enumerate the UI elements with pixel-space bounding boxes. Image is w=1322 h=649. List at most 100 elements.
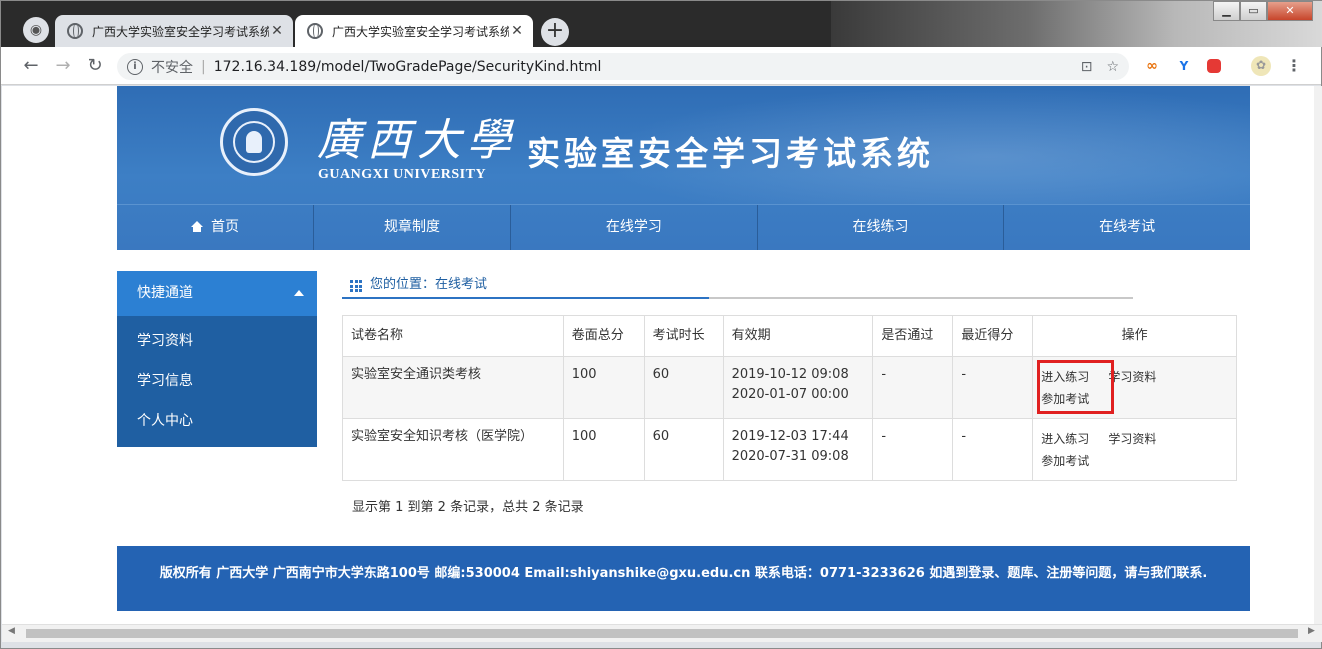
valid-to: 2020-07-31 09:08 [731,449,849,464]
browser-toolbar: ← → ↻ i 不安全 | 172.16.34.189/model/TwoGra… [1,47,1321,85]
exam-validity: 2019-10-12 09:08 2020-01-07 00:00 [722,356,874,419]
sidebar-header-label: 快捷通道 [137,285,193,301]
nav-label: 在线练习 [852,219,909,235]
exam-score: 100 [562,418,645,481]
minimize-button[interactable]: ▁ [1213,1,1240,21]
scroll-right-icon[interactable]: ▶ [1308,626,1315,636]
sidebar-list: 学习资料 学习信息 个人中心 [117,316,317,447]
tab-strip: ◉ 广西大学实验室安全学习考试系统 ✕ 广西大学实验室安全学习考试系统 ✕ + … [1,1,1322,47]
nav-label: 在线考试 [1099,219,1156,235]
column-header: 试卷名称 [342,315,564,357]
breadcrumb: 您的位置：在线考试 [342,271,1133,299]
records-summary: 显示第 1 到第 2 条记录，总共 2 条记录 [352,500,584,515]
profile-avatar[interactable]: ✿ [1251,56,1271,76]
exam-passed: - [872,356,954,419]
globe-icon [307,23,323,39]
tab-title: 广西大学实验室安全学习考试系统 [332,24,509,39]
browser-window: ◉ 广西大学实验室安全学习考试系统 ✕ 广西大学实验室安全学习考试系统 ✕ + … [0,0,1322,649]
site-banner: 廣西大學 GUANGXI UNIVERSITY 实验室安全学习考试系统 首页 规… [117,86,1250,250]
translate-icon[interactable]: ⊡ [1081,59,1093,75]
site-footer: 版权所有 广西大学 广西南宁市大学东路100号 邮编:530004 Email:… [117,546,1250,611]
university-seal-logo [220,108,288,176]
y-extension-icon[interactable]: Y [1175,57,1193,75]
table-row: 实验室安全知识考核（医学院） 100 60 2019-12-03 17:44 2… [342,418,1237,481]
forward-button[interactable]: → [51,54,75,78]
column-header: 考试时长 [643,315,724,357]
table-header-row: 试卷名称 卷面总分 考试时长 有效期 是否通过 最近得分 操作 [342,315,1237,357]
exam-name: 实验室安全知识考核（医学院） [342,418,564,481]
sidebar: 快捷通道 学习资料 学习信息 个人中心 [117,271,317,447]
column-header: 操作 [1032,315,1237,357]
exam-recent-score: - [952,418,1034,481]
column-header: 是否通过 [872,315,954,357]
exam-duration: 60 [643,418,724,481]
main-nav: 首页 规章制度 在线学习 在线练习 在线考试 [117,204,1250,250]
nav-item-online-exam[interactable]: 在线考试 [1004,205,1250,250]
home-icon [191,221,203,232]
exam-name: 实验室安全通识类考核 [342,356,564,419]
window-controls: ▁ ▭ ✕ [1213,1,1313,21]
page-viewport: 廣西大學 GUANGXI UNIVERSITY 实验室安全学习考试系统 首页 规… [2,86,1314,624]
url-text[interactable]: 172.16.34.189/model/TwoGradePage/Securit… [214,59,602,75]
address-bar[interactable]: i 不安全 | 172.16.34.189/model/TwoGradePage… [117,53,1129,80]
main-content: 您的位置：在线考试 试卷名称 卷面总分 考试时长 有效期 是否通过 最近得分 操… [342,271,1250,515]
exam-validity: 2019-12-03 17:44 2020-07-31 09:08 [722,418,874,481]
nav-item-online-learning[interactable]: 在线学习 [511,205,758,250]
footer-text: 版权所有 广西大学 广西南宁市大学东路100号 邮编:530004 Email:… [159,566,1208,581]
menu-icon[interactable]: ⋮ [1285,57,1303,75]
globe-icon [67,23,83,39]
close-tab-icon[interactable]: ✕ [509,23,525,39]
exam-actions: 进入练习 学习资料 参加考试 [1032,418,1237,481]
tab-search-icon[interactable]: ◉ [23,17,49,43]
grid-icon [350,280,362,292]
study-materials-link[interactable]: 学习资料 [1108,370,1156,384]
study-materials-link[interactable]: 学习资料 [1108,432,1156,446]
vertical-scrollbar[interactable] [1314,86,1322,624]
red-extension-icon[interactable] [1207,59,1221,73]
breadcrumb-text: 您的位置：在线考试 [370,277,488,292]
enter-practice-link[interactable]: 进入练习 [1041,432,1089,446]
reload-button[interactable]: ↻ [83,54,107,78]
divider: | [201,58,206,75]
security-label: 不安全 [151,59,193,76]
nav-label: 首页 [211,219,239,235]
maximize-button[interactable]: ▭ [1240,1,1267,21]
column-header: 有效期 [722,315,874,357]
nav-item-regulations[interactable]: 规章制度 [314,205,511,250]
infinity-extension-icon[interactable]: ∞ [1143,57,1161,75]
sidebar-item-study-materials[interactable]: 学习资料 [117,321,317,361]
take-exam-link[interactable]: 参加考试 [1041,454,1089,468]
new-tab-button[interactable]: + [541,18,569,46]
university-name-cn: 廣西大學 [317,115,517,166]
system-title: 实验室安全学习考试系统 [527,134,934,173]
column-header: 最近得分 [952,315,1034,357]
scrollbar-thumb[interactable] [26,629,1298,638]
tab-inactive[interactable]: 广西大学实验室安全学习考试系统 ✕ [55,15,293,47]
close-window-button[interactable]: ✕ [1267,1,1313,21]
exam-score: 100 [562,356,645,419]
tab-title: 广西大学实验室安全学习考试系统 [92,24,269,39]
university-name-en: GUANGXI UNIVERSITY [318,167,487,182]
exam-passed: - [872,418,954,481]
nav-label: 规章制度 [384,219,440,235]
nav-item-online-practice[interactable]: 在线练习 [758,205,1005,250]
nav-item-home[interactable]: 首页 [117,205,314,250]
exam-duration: 60 [643,356,724,419]
tab-active[interactable]: 广西大学实验室安全学习考试系统 ✕ [295,15,533,47]
caret-up-icon [294,290,304,296]
valid-from: 2019-12-03 17:44 [731,429,849,444]
omnibox-actions: ⊡ ☆ [1081,59,1129,75]
valid-from: 2019-10-12 09:08 [731,367,849,382]
sidebar-header[interactable]: 快捷通道 [117,271,317,316]
exam-recent-score: - [952,356,1034,419]
horizontal-scrollbar[interactable]: ◀ ▶ [2,624,1322,642]
sidebar-item-personal-center[interactable]: 个人中心 [117,401,317,441]
close-tab-icon[interactable]: ✕ [269,23,285,39]
bookmark-star-icon[interactable]: ☆ [1106,59,1119,75]
page-container: 廣西大學 GUANGXI UNIVERSITY 实验室安全学习考试系统 首页 规… [117,86,1250,611]
scroll-left-icon[interactable]: ◀ [8,626,15,636]
info-icon[interactable]: i [127,58,143,75]
nav-label: 在线学习 [605,219,662,235]
sidebar-item-study-info[interactable]: 学习信息 [117,361,317,401]
back-button[interactable]: ← [19,54,43,78]
